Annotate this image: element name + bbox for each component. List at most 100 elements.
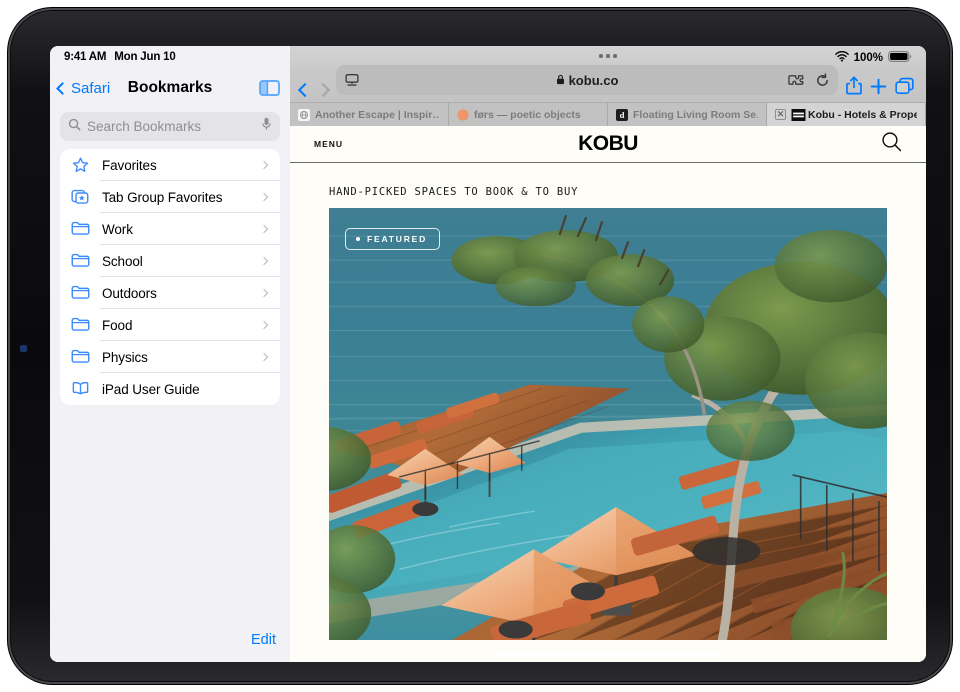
- battery-full-icon: [888, 51, 912, 65]
- chevron-right-icon: [259, 320, 269, 330]
- book-icon: [71, 380, 91, 398]
- tab-title: Another Escape | Inspir…: [315, 108, 440, 121]
- bookmark-item-food[interactable]: Food: [60, 309, 280, 341]
- ipad-screen: 9:41 AM Mon Jun 10 Safari Bookmarks Sear…: [50, 46, 926, 662]
- tab-title: Kobu - Hotels & Propert…: [808, 108, 917, 121]
- grabber-dot: [599, 54, 603, 58]
- bookmark-list: Favorites Tab Group Favorites Work Schoo…: [60, 149, 280, 405]
- share-button[interactable]: [846, 76, 862, 95]
- chevron-right-icon: [259, 288, 269, 298]
- search-icon[interactable]: [881, 131, 902, 157]
- chevron-right-icon: [259, 224, 269, 234]
- star-icon: [71, 156, 91, 174]
- bookmark-label: Tab Group Favorites: [102, 189, 223, 205]
- bookmarks-sidebar: 9:41 AM Mon Jun 10 Safari Bookmarks Sear…: [50, 46, 290, 662]
- folder-icon: [71, 220, 91, 238]
- grabber-dot: [613, 54, 617, 58]
- bookmark-label: Work: [102, 221, 133, 237]
- sidebar-toggle-icon[interactable]: [259, 80, 280, 96]
- orange-dot-favicon: [457, 108, 469, 121]
- close-icon[interactable]: ✕: [775, 109, 786, 120]
- status-bar-right: 100%: [834, 51, 912, 65]
- web-page-content: MENU KOBU HAND-PICKED SPACES TO BOOK & T…: [290, 126, 926, 662]
- site-menu-button[interactable]: MENU: [314, 139, 343, 149]
- chevron-right-icon: [315, 82, 331, 98]
- bookmark-label: Food: [102, 317, 133, 333]
- url-text-label: kobu.co: [568, 72, 619, 88]
- safari-browser-pane: 100% kobu.co Another Escape | Inspir… fø…: [290, 46, 926, 662]
- featured-badge[interactable]: FEATURED: [345, 228, 441, 250]
- tab-title: førs — poetic objects: [474, 108, 581, 121]
- folder-icon: [71, 252, 91, 270]
- bookmark-label: Physics: [102, 349, 148, 365]
- svg-text:d: d: [620, 110, 625, 120]
- site-logo: KOBU: [578, 132, 638, 155]
- bookmark-item-work[interactable]: Work: [60, 213, 280, 245]
- new-tab-button[interactable]: [870, 78, 887, 95]
- browser-toolbar: 100% kobu.co: [290, 46, 926, 102]
- tab-overview-button[interactable]: [895, 77, 914, 95]
- forward-button[interactable]: [315, 82, 331, 98]
- window-grabber-handle[interactable]: [290, 54, 926, 58]
- status-time: 9:41 AM: [64, 51, 107, 63]
- edit-button[interactable]: Edit: [251, 632, 276, 648]
- search-container: Search Bookmarks: [50, 108, 290, 149]
- url-display: kobu.co: [336, 73, 838, 88]
- bookmark-label: School: [102, 253, 143, 269]
- home-indicator[interactable]: [495, 652, 721, 657]
- tab-group-star-icon: [71, 188, 91, 206]
- chevron-left-icon: [297, 82, 313, 98]
- tab-bar: Another Escape | Inspir… førs — poetic o…: [290, 102, 926, 126]
- tab-another-escape[interactable]: Another Escape | Inspir…: [290, 103, 449, 126]
- status-bar-left: 9:41 AM Mon Jun 10: [50, 46, 290, 68]
- ipad-device-frame: 9:41 AM Mon Jun 10 Safari Bookmarks Sear…: [8, 8, 952, 684]
- bookmark-item-favorites[interactable]: Favorites: [60, 149, 280, 181]
- back-button[interactable]: [297, 82, 313, 98]
- site-header: MENU KOBU: [290, 126, 926, 163]
- puzzle-piece-icon[interactable]: [788, 73, 805, 87]
- bookmark-item-physics[interactable]: Physics: [60, 341, 280, 373]
- globe-favicon: [298, 108, 310, 121]
- bookmark-list-container: Favorites Tab Group Favorites Work Schoo…: [50, 149, 290, 405]
- search-placeholder: Search Bookmarks: [87, 119, 202, 134]
- bookmark-label: Favorites: [102, 157, 157, 173]
- page-tagline: HAND-PICKED SPACES TO BOOK & TO BUY: [329, 186, 579, 198]
- resort-photo-illustration: [329, 208, 887, 640]
- tab-title: Floating Living Room Se…: [633, 108, 758, 121]
- sidebar-footer: Edit: [50, 632, 290, 662]
- reload-icon[interactable]: [815, 72, 830, 88]
- chevron-right-icon: [259, 160, 269, 170]
- lock-icon: [556, 73, 565, 88]
- reader-view-icon[interactable]: [344, 73, 360, 88]
- kobu-favicon: [791, 108, 806, 121]
- bezel-speck: [20, 345, 27, 352]
- folder-icon: [71, 284, 91, 302]
- dezeen-favicon: d: [616, 108, 628, 121]
- tab-kobu-hotels[interactable]: ✕ Kobu - Hotels & Propert…: [767, 103, 926, 126]
- status-date: Mon Jun 10: [114, 51, 176, 63]
- tab-fors-poetic-objects[interactable]: førs — poetic objects: [449, 103, 608, 126]
- tab-floating-living-room[interactable]: d Floating Living Room Se…: [608, 103, 767, 126]
- bullet-dot-icon: [356, 237, 360, 241]
- bookmark-item-school[interactable]: School: [60, 245, 280, 277]
- chevron-right-icon: [259, 192, 269, 202]
- bookmark-label: iPad User Guide: [102, 381, 200, 397]
- bookmark-item-ipad-user-guide[interactable]: iPad User Guide: [60, 373, 280, 405]
- chevron-left-icon: [56, 81, 69, 95]
- bookmark-item-outdoors[interactable]: Outdoors: [60, 277, 280, 309]
- sidebar-back-button[interactable]: Safari: [56, 80, 110, 97]
- folder-icon: [71, 316, 91, 334]
- featured-badge-label: FEATURED: [367, 234, 428, 244]
- sidebar-nav-bar: Safari Bookmarks: [50, 68, 290, 108]
- hero-image[interactable]: FEATURED: [329, 208, 887, 640]
- chevron-right-icon: [259, 256, 269, 266]
- battery-percent-label: 100%: [853, 52, 883, 64]
- address-bar[interactable]: kobu.co: [336, 65, 838, 95]
- chevron-right-icon: [259, 352, 269, 362]
- bookmark-item-tab-group-favorites[interactable]: Tab Group Favorites: [60, 181, 280, 213]
- search-input[interactable]: Search Bookmarks: [60, 112, 280, 141]
- microphone-icon[interactable]: [261, 117, 272, 136]
- bookmark-label: Outdoors: [102, 285, 157, 301]
- folder-icon: [71, 348, 91, 366]
- search-icon: [68, 118, 81, 136]
